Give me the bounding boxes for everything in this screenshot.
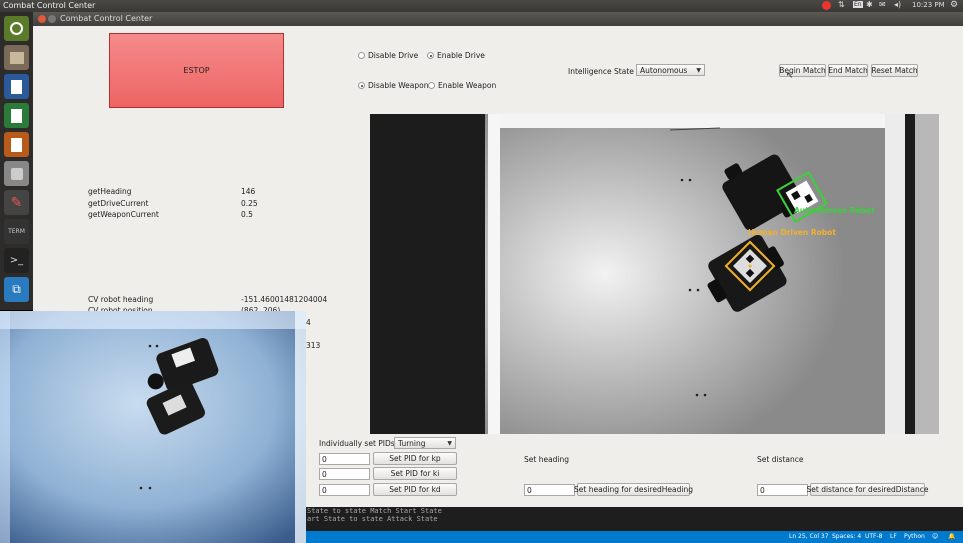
calc-icon[interactable] [4, 103, 29, 128]
distance-input[interactable]: 0 [757, 484, 808, 496]
window-title: Combat Control Center [60, 14, 153, 23]
encoding[interactable]: UTF-8 [865, 533, 883, 540]
settings-tools-icon[interactable]: ✎ [4, 190, 29, 215]
vscode-icon[interactable]: ⧉ [4, 277, 29, 302]
onboard-camera-feed [0, 311, 306, 543]
radio-dot [358, 52, 365, 59]
terminal-icon[interactable]: >_ [4, 248, 29, 273]
set-kp-button[interactable]: Set PID for kp [373, 452, 457, 465]
intelligence-state-value: Autonomous [640, 65, 688, 75]
disable-weapon-radio[interactable]: Disable Weapon [358, 81, 429, 90]
keyboard-lang-indicator[interactable]: En [853, 1, 863, 8]
set-heading-button[interactable]: Set heading for desiredHeading [574, 483, 693, 496]
close-icon[interactable] [38, 15, 46, 23]
enable-drive-radio[interactable]: Enable Drive [427, 51, 485, 60]
terminal-output[interactable]: State to state Match Start State art Sta… [306, 507, 963, 531]
set-kd-button[interactable]: Set PID for kd [373, 483, 457, 496]
chevron-down-icon: ▼ [696, 67, 701, 74]
indent-setting[interactable]: Spaces: 4 [832, 533, 861, 540]
overhead-camera-feed: Autonomous Robot Human Driven Robot [370, 114, 939, 434]
terminal-app-icon[interactable]: TERM [4, 219, 29, 244]
radio-dot [358, 82, 365, 89]
heading-input[interactable]: 0 [524, 484, 575, 496]
feedback-icon[interactable]: ☺ [932, 533, 938, 540]
intelligence-state-select[interactable]: Autonomous ▼ [636, 64, 705, 76]
enable-drive-label: Enable Drive [437, 51, 485, 60]
cv-value: -151.46001481204004 [241, 295, 328, 304]
line-ending[interactable]: LF [890, 533, 897, 540]
end-match-button[interactable]: End Match [828, 64, 868, 77]
set-ki-button[interactable]: Set PID for ki [373, 467, 457, 480]
launcher-sidebar: ✎ TERM >_ ⧉ [0, 12, 33, 310]
system-top-bar: Combat Control Center ⇅ En ✱ ✉ ◂) 10:23 … [0, 0, 963, 12]
disable-drive-radio[interactable]: Disable Drive [358, 51, 418, 60]
enable-weapon-label: Enable Weapon [438, 81, 497, 90]
enable-weapon-radio[interactable]: Enable Weapon [428, 81, 496, 90]
files-icon[interactable] [4, 45, 29, 70]
mail-icon[interactable]: ✉ [879, 0, 886, 9]
kp-input[interactable]: 0 [319, 453, 370, 465]
impress-icon[interactable] [4, 132, 29, 157]
minimize-icon[interactable] [48, 15, 56, 23]
power-off-icon[interactable] [822, 1, 831, 10]
mouse-cursor-icon: ↖ [786, 71, 794, 81]
overhead-feed-image: Autonomous Robot Human Driven Robot [370, 114, 939, 434]
cv-name: CV robot heading [88, 295, 154, 304]
writer-icon[interactable] [4, 74, 29, 99]
telemetry-value: 0.5 [241, 210, 253, 219]
pid-label: Individually set PIDs: [319, 439, 398, 448]
set-distance-label: Set distance [757, 455, 804, 464]
telemetry-name: getHeading [88, 187, 132, 196]
chevron-down-icon: ▼ [447, 440, 452, 447]
software-center-icon[interactable] [4, 161, 29, 186]
volume-icon[interactable]: ◂) [894, 0, 901, 9]
set-heading-label: Set heading [524, 455, 570, 464]
bell-icon[interactable]: 🔔 [948, 533, 955, 540]
set-distance-button[interactable]: Set distance for desiredDistance [807, 483, 929, 496]
autonomous-robot-label: Autonomous Robot [794, 206, 875, 215]
clock[interactable]: 10:23 PM [912, 1, 945, 9]
language-mode[interactable]: Python [904, 533, 925, 540]
terminal-line: State to state Match Start State [307, 507, 442, 515]
cv-value-partial: 313 [306, 341, 321, 350]
ki-input[interactable]: 0 [319, 468, 370, 480]
disable-weapon-label: Disable Weapon [368, 81, 429, 90]
bluetooth-icon[interactable]: ✱ [866, 0, 873, 9]
window-titlebar: Combat Control Center [33, 12, 963, 26]
network-icon[interactable]: ⇅ [838, 0, 845, 9]
active-app-title: Combat Control Center [3, 1, 96, 10]
human-robot-label: Human Driven Robot [748, 228, 836, 237]
intelligence-state-label: Intelligence State [568, 67, 634, 76]
terminal-line: art State to state Attack State [307, 515, 438, 523]
editor-status-bar: Ln 25, Col 37 Spaces: 4 UTF-8 LF Python … [306, 531, 963, 543]
kd-input[interactable]: 0 [319, 484, 370, 496]
cv-value-partial: 4 [306, 318, 311, 327]
ubuntu-logo-icon[interactable] [4, 16, 29, 41]
telemetry-value: 0.25 [241, 199, 258, 208]
pid-mode-select[interactable]: Turning ▼ [394, 437, 456, 449]
disable-drive-label: Disable Drive [368, 51, 419, 60]
gear-icon[interactable]: ⚙ [950, 0, 958, 10]
telemetry-name: getDriveCurrent [88, 199, 149, 208]
radio-dot [428, 82, 435, 89]
cursor-position[interactable]: Ln 25, Col 37 [789, 533, 829, 540]
telemetry-name: getWeaponCurrent [88, 210, 159, 219]
reset-match-button[interactable]: Reset Match [871, 64, 918, 77]
telemetry-value: 146 [241, 187, 256, 196]
radio-dot [427, 52, 434, 59]
pid-mode-value: Turning [398, 438, 426, 448]
onboard-feed-image [0, 311, 306, 543]
estop-button[interactable]: ESTOP [109, 33, 284, 108]
